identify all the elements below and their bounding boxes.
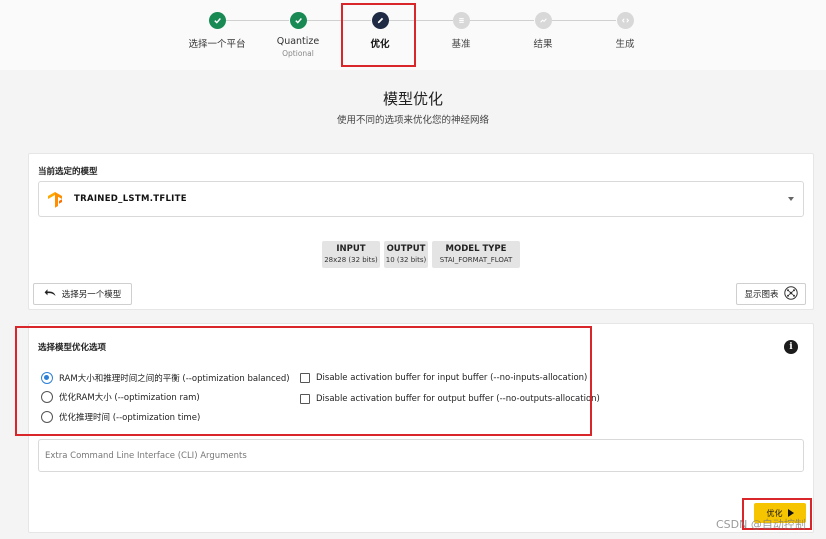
model-name: TRAINED_LSTM.TFLITE [74,194,187,204]
io-key: MODEL TYPE [445,244,507,254]
output-chip: OUTPUT 10 (32 bits) [384,241,428,268]
model-type-chip: MODEL TYPE STAI_FORMAT_FLOAT [432,241,520,268]
button-label: 选择另一个模型 [61,290,122,300]
highlight-box [341,3,416,67]
check-icon [289,12,307,29]
step-label: 选择一个平台 [188,39,246,50]
chevron-down-icon [788,197,794,201]
io-value: STAI_FORMAT_FLOAT [439,256,513,264]
io-value: 10 (32 bits) [385,256,427,264]
step-label: 基准 [451,39,471,50]
highlight-box [15,326,592,436]
step-quantize[interactable]: Quantize Optional [253,12,343,58]
io-key: OUTPUT [386,244,426,254]
step-label: Quantize [276,36,320,47]
step-label: 结果 [533,39,553,50]
code-icon [616,12,634,29]
button-label: 显示图表 [744,290,779,300]
page-title: 模型优化 [382,90,443,108]
list-icon [452,12,470,29]
tensorflow-icon [48,191,64,212]
step-label: 生成 [615,39,635,50]
step-sublabel: Optional [282,49,314,58]
trend-icon [534,12,552,29]
cli-arguments-input[interactable] [38,439,804,472]
undo-icon [44,288,57,300]
io-key: INPUT [336,244,366,254]
io-value: 28x28 (32 bits) [324,256,378,264]
graph-icon [783,285,798,303]
model-select[interactable]: TRAINED_LSTM.TFLITE [38,181,804,217]
watermark: CSDN @自动控制 [716,518,806,531]
model-card [28,153,814,310]
step-results[interactable]: 结果 [498,12,588,50]
page-subtitle: 使用不同的选项来优化您的神经网络 [336,115,489,126]
check-icon [208,12,226,29]
input-chip: INPUT 28x28 (32 bits) [322,241,380,268]
select-other-model-button[interactable]: 选择另一个模型 [33,283,132,305]
model-card-heading: 当前选定的模型 [38,167,98,177]
step-generate[interactable]: 生成 [580,12,670,50]
step-select-platform[interactable]: 选择一个平台 [172,12,262,50]
info-icon[interactable]: i [784,340,798,354]
show-graph-button[interactable]: 显示图表 [736,283,806,305]
step-benchmark[interactable]: 基准 [416,12,506,50]
